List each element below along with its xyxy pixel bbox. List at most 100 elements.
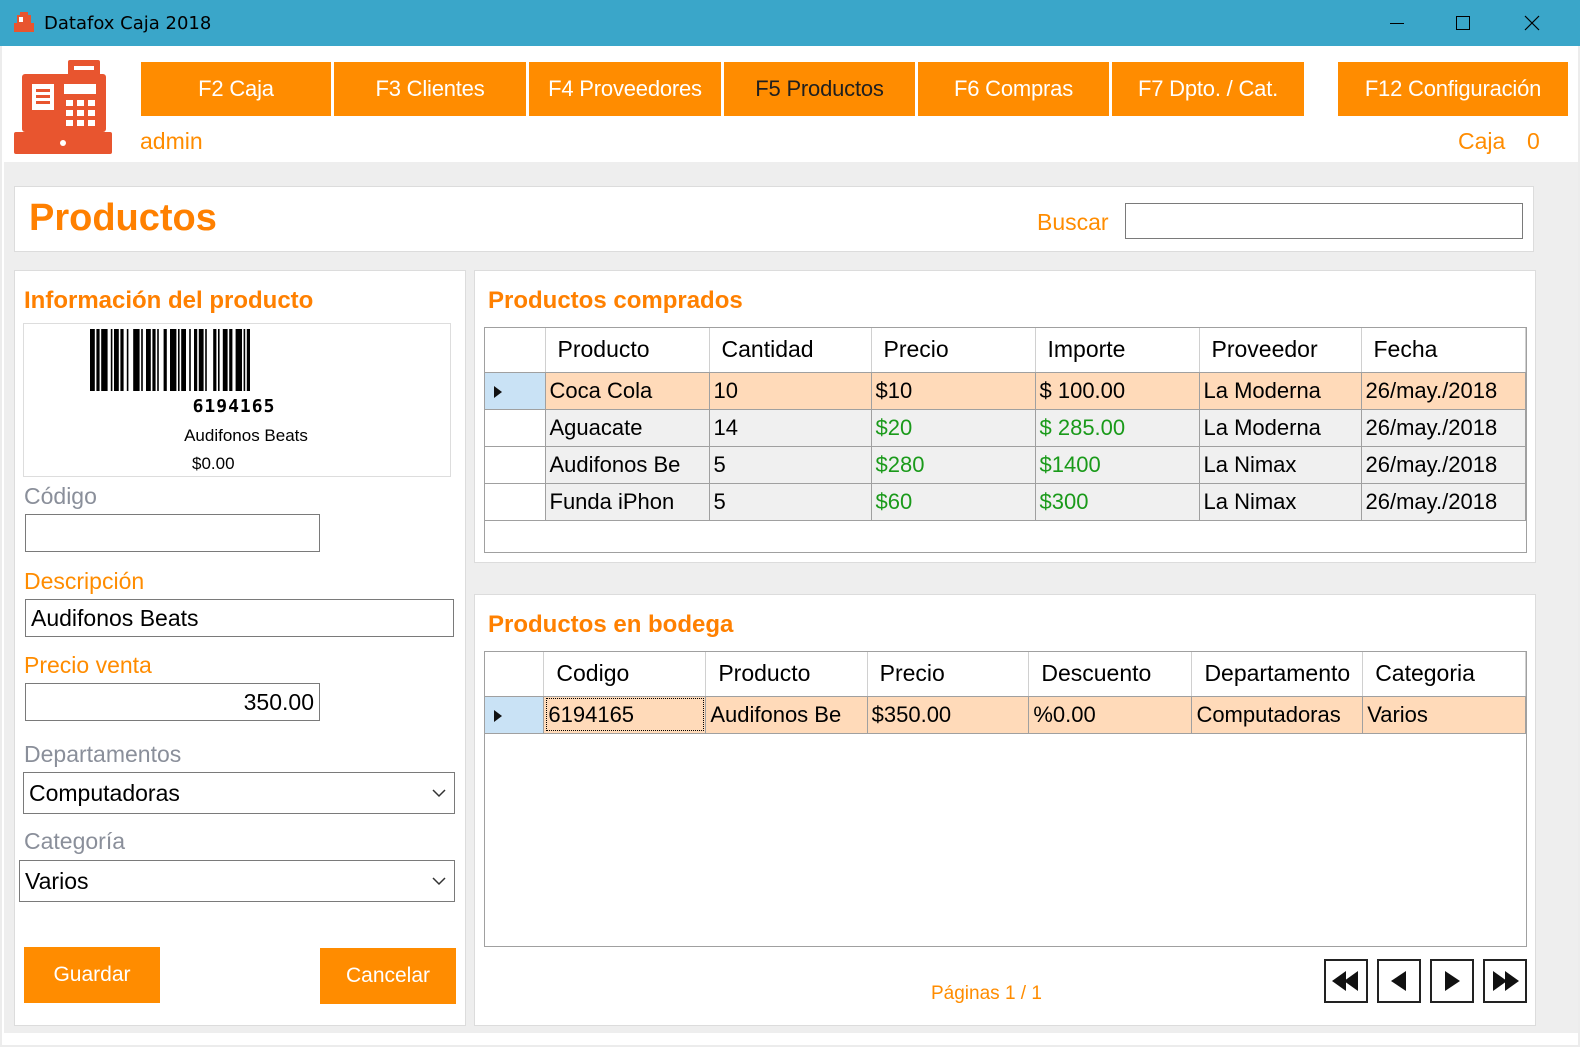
purchased-products-panel: Productos comprados Producto Cantidad Prec… xyxy=(474,270,1536,563)
table-cell[interactable]: 26/may./2018 xyxy=(1361,446,1526,484)
search-input[interactable] xyxy=(1125,203,1523,239)
table-cell[interactable]: La Moderna xyxy=(1199,409,1362,447)
table-cell[interactable]: 10 xyxy=(709,372,872,410)
nav-configuracion-button[interactable]: F12 Configuración xyxy=(1338,62,1568,116)
nav-proveedores-button[interactable]: F4 Proveedores xyxy=(529,62,721,116)
table-cell[interactable]: $1400 xyxy=(1035,446,1200,484)
nav-compras-button[interactable]: F6 Compras xyxy=(918,62,1109,116)
caja-label: Caja xyxy=(1458,128,1506,154)
first-page-button[interactable] xyxy=(1324,959,1368,1003)
column-header[interactable]: Precio xyxy=(871,328,1036,373)
previous-page-button[interactable] xyxy=(1377,959,1421,1003)
descripcion-label: Descripción xyxy=(24,568,145,594)
cancel-button[interactable]: Cancelar xyxy=(320,948,456,1004)
table-cell[interactable]: $60 xyxy=(871,483,1036,521)
table-row[interactable]: Funda iPhon 5 $60 $300 La Nimax 26/may./2018 xyxy=(485,483,1526,521)
table-cell[interactable]: Audifonos Be xyxy=(545,446,710,484)
departamentos-select[interactable]: Computadoras xyxy=(23,772,455,814)
table-cell[interactable]: Aguacate xyxy=(545,409,710,447)
column-header[interactable]: Categoria xyxy=(1362,652,1526,697)
last-page-button[interactable] xyxy=(1483,959,1527,1003)
column-header[interactable]: Importe xyxy=(1035,328,1200,373)
table-cell[interactable]: La Nimax xyxy=(1199,483,1362,521)
table-cell[interactable]: $ 285.00 xyxy=(1035,409,1200,447)
barcode-product-name: Audifonos Beats xyxy=(184,426,308,445)
descripcion-input[interactable] xyxy=(25,599,454,637)
table-header-row: Producto Cantidad Precio Importe Proveedor Fe… xyxy=(485,328,1526,373)
table-cell[interactable]: $10 xyxy=(871,372,1036,410)
column-header[interactable]: Proveedor xyxy=(1199,328,1362,373)
column-header[interactable]: Fecha xyxy=(1361,328,1526,373)
chevron-down-icon xyxy=(432,789,446,798)
table-cell[interactable]: $20 xyxy=(871,409,1036,447)
minimize-button[interactable] xyxy=(1362,0,1432,46)
chevron-right-icon xyxy=(1445,971,1460,991)
warehouse-products-title: Productos en bodega xyxy=(488,611,734,638)
departamentos-select-value: Computadoras xyxy=(29,779,180,806)
table-cell[interactable]: $280 xyxy=(871,446,1036,484)
nav-caja-button[interactable]: F2 Caja xyxy=(141,62,331,116)
table-cell[interactable]: %0.00 xyxy=(1028,696,1193,734)
table-cell[interactable]: La Nimax xyxy=(1199,446,1362,484)
save-button[interactable]: Guardar xyxy=(24,947,160,1003)
table-cell[interactable]: 5 xyxy=(709,446,872,484)
row-header[interactable] xyxy=(485,446,546,484)
column-header[interactable]: Descuento xyxy=(1028,652,1193,697)
table-cell[interactable]: La Moderna xyxy=(1199,372,1362,410)
search-label: Buscar xyxy=(1037,209,1109,235)
warehouse-products-table: Codigo Producto Precio Descuento Departament… xyxy=(485,652,1526,734)
table-row[interactable]: Aguacate 14 $20 $ 285.00 La Moderna 26/may./2… xyxy=(485,409,1526,447)
column-header[interactable]: Departamento xyxy=(1191,652,1364,697)
warehouse-products-grid[interactable]: Codigo Producto Precio Descuento Departament… xyxy=(484,651,1527,947)
row-header-corner xyxy=(485,652,545,697)
table-cell[interactable]: $300 xyxy=(1035,483,1200,521)
purchased-products-grid[interactable]: Producto Cantidad Precio Importe Proveedor Fe… xyxy=(484,327,1527,553)
table-row[interactable]: Coca Cola 10 $10 $ 100.00 La Moderna 26/may./… xyxy=(485,372,1526,410)
nav-productos-button[interactable]: F5 Productos xyxy=(724,62,915,116)
table-cell[interactable]: Audifonos Be xyxy=(705,696,868,734)
precio-venta-input[interactable] xyxy=(25,683,320,721)
barcode-number: 6194165 xyxy=(192,396,276,417)
row-header[interactable] xyxy=(485,409,546,447)
main-window: F2 Caja F3 Clientes F4 Proveedores F5 Pr… xyxy=(2,46,1578,1045)
table-row[interactable]: Audifonos Be 5 $280 $1400 La Nimax 26/may./20… xyxy=(485,446,1526,484)
table-cell[interactable]: 26/may./2018 xyxy=(1361,409,1526,447)
row-header[interactable] xyxy=(485,372,546,410)
table-cell[interactable]: $ 100.00 xyxy=(1035,372,1200,410)
table-cell[interactable]: Coca Cola xyxy=(545,372,710,410)
double-chevron-right-icon xyxy=(1493,971,1519,991)
minimize-icon xyxy=(1390,23,1404,24)
column-header[interactable]: Cantidad xyxy=(709,328,872,373)
content-area: Productos Buscar Información del product… xyxy=(4,162,1578,1033)
table-cell[interactable]: 26/may./2018 xyxy=(1361,483,1526,521)
title-panel: Productos Buscar xyxy=(14,186,1534,252)
column-header[interactable]: Precio xyxy=(867,652,1030,697)
table-row[interactable]: 6194165 Audifonos Be $350.00 %0.00 Computado… xyxy=(485,696,1526,734)
close-button[interactable] xyxy=(1497,0,1567,46)
table-cell[interactable]: 6194165 xyxy=(543,696,707,734)
user-name: admin xyxy=(140,128,203,154)
column-header[interactable]: Codigo xyxy=(543,652,707,697)
table-cell[interactable]: 26/may./2018 xyxy=(1361,372,1526,410)
column-header[interactable]: Producto xyxy=(545,328,710,373)
row-header[interactable] xyxy=(485,483,546,521)
column-header[interactable]: Producto xyxy=(705,652,868,697)
maximize-button[interactable] xyxy=(1428,0,1498,46)
table-cell[interactable]: 5 xyxy=(709,483,872,521)
window-title: Datafox Caja 2018 xyxy=(44,13,212,34)
next-page-button[interactable] xyxy=(1430,959,1474,1003)
purchased-products-table: Producto Cantidad Precio Importe Proveedor Fe… xyxy=(485,328,1526,521)
table-cell[interactable]: $350.00 xyxy=(867,696,1030,734)
categoria-select-value: Varios xyxy=(25,867,89,894)
table-cell[interactable]: Varios xyxy=(1362,696,1526,734)
codigo-input[interactable] xyxy=(25,514,320,552)
table-cell[interactable]: 14 xyxy=(709,409,872,447)
nav-clientes-button[interactable]: F3 Clientes xyxy=(334,62,526,116)
row-header-corner xyxy=(485,328,546,373)
categoria-select[interactable]: Varios xyxy=(19,860,455,902)
table-cell[interactable]: Funda iPhon xyxy=(545,483,710,521)
row-header[interactable] xyxy=(485,696,545,734)
caja-number: 0 xyxy=(1527,128,1540,154)
nav-dpto-cat-button[interactable]: F7 Dpto. / Cat. xyxy=(1112,62,1304,116)
table-cell[interactable]: Computadoras xyxy=(1191,696,1364,734)
